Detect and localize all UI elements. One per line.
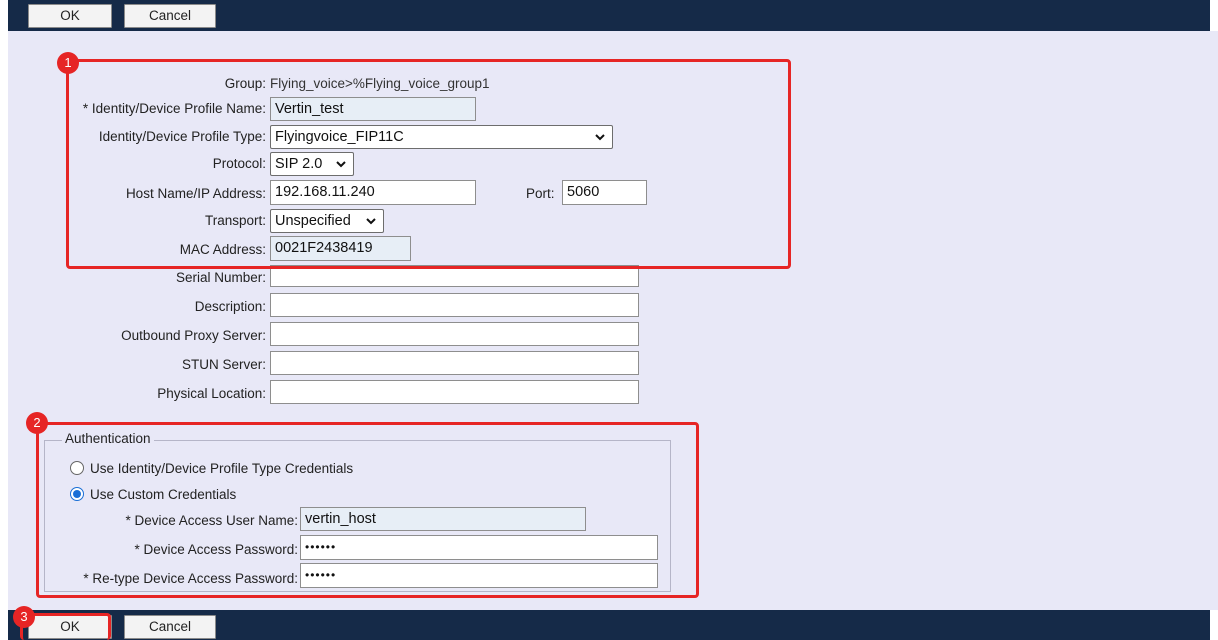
cancel-button-bottom[interactable]: Cancel <box>124 615 216 639</box>
callout-marker-3: 3 <box>13 606 35 628</box>
callout-box-2 <box>36 422 699 598</box>
serial-label: Serial Number: <box>175 270 266 285</box>
location-label: Physical Location: <box>157 386 266 401</box>
outbound-proxy-label: Outbound Proxy Server: <box>121 328 266 343</box>
description-input[interactable] <box>270 293 639 317</box>
stun-label: STUN Server: <box>181 357 266 372</box>
bottom-toolbar: OK Cancel <box>8 610 1210 640</box>
stun-input[interactable] <box>270 351 639 375</box>
outbound-proxy-input[interactable] <box>270 322 639 346</box>
description-label: Description: <box>194 299 266 314</box>
callout-marker-1: 1 <box>57 52 79 74</box>
top-toolbar: OK Cancel <box>8 0 1210 31</box>
callout-marker-2: 2 <box>26 412 48 434</box>
cancel-button-top[interactable]: Cancel <box>124 4 216 28</box>
location-input[interactable] <box>270 380 639 404</box>
ok-button-top[interactable]: OK <box>28 4 112 28</box>
callout-box-1 <box>66 59 791 269</box>
